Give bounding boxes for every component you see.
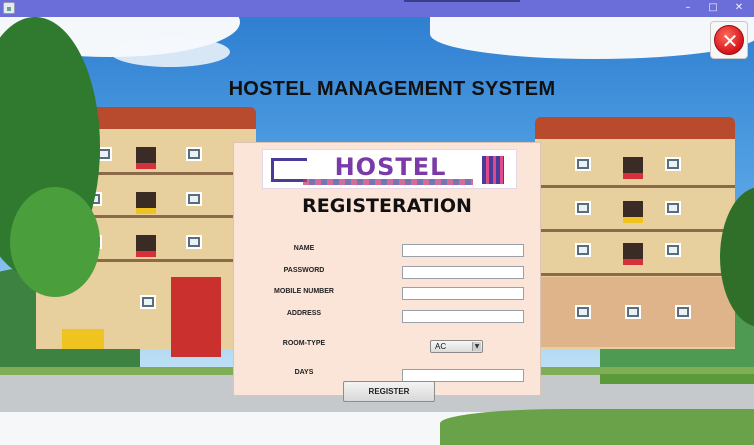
cloud (110, 37, 230, 67)
window-titlebar: – □ ✕ (0, 0, 754, 17)
registration-title: REGISTERATION (302, 195, 472, 217)
name-label: NAME (293, 245, 315, 252)
maximize-button[interactable]: □ (701, 0, 725, 17)
days-label: DAYS (294, 369, 314, 376)
registration-panel: HOSTEL REGISTERATION NAME PASSWORD MOBIL… (233, 142, 541, 396)
address-label: ADDRESS (286, 310, 322, 317)
room-type-label: ROOM-TYPE (282, 340, 326, 347)
right-building (535, 117, 735, 367)
page-title: HOSTEL MANAGEMENT SYSTEM (228, 78, 556, 100)
mobile-number-field[interactable] (402, 287, 524, 300)
mobile-number-label: MOBILE NUMBER (274, 288, 334, 295)
name-field[interactable] (402, 244, 524, 257)
close-button[interactable]: ✕ (710, 21, 748, 59)
minimize-button[interactable]: – (676, 0, 700, 17)
logo-text: HOSTEL (334, 153, 447, 181)
register-button[interactable]: REGISTER (343, 381, 435, 402)
tree (10, 187, 100, 297)
cloud (430, 17, 754, 59)
close-icon: ✕ (714, 25, 744, 55)
window-close-button[interactable]: ✕ (727, 0, 751, 17)
address-field[interactable] (402, 310, 524, 323)
password-field[interactable] (402, 266, 524, 279)
room-type-select[interactable]: AC ▼ (430, 340, 483, 353)
hostel-logo: HOSTEL (262, 149, 517, 189)
password-label: PASSWORD (283, 267, 325, 274)
room-type-value: AC (435, 342, 447, 351)
titlebar-grip (404, 0, 520, 2)
app-icon (3, 2, 15, 14)
chevron-down-icon: ▼ (472, 342, 481, 351)
